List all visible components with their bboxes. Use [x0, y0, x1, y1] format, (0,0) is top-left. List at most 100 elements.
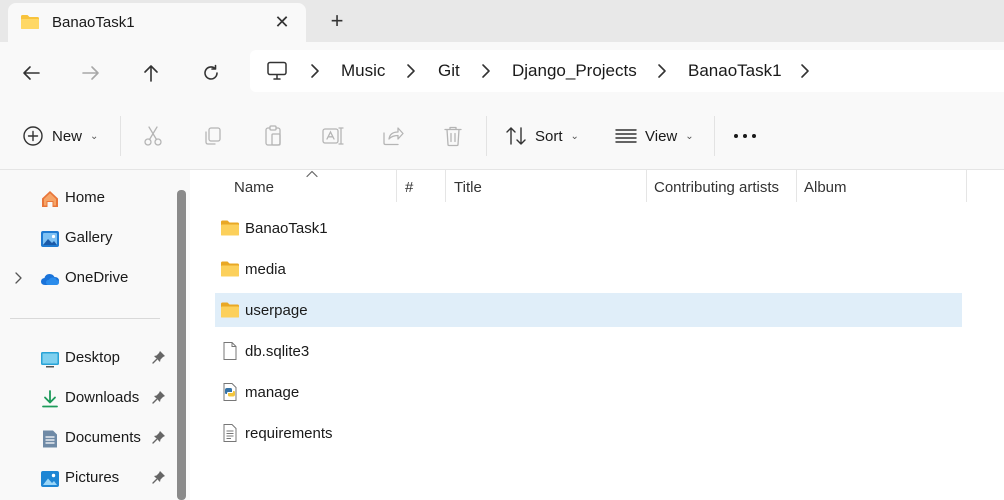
breadcrumb-git[interactable]: Git [438, 61, 460, 81]
refresh-button[interactable] [196, 58, 226, 88]
sidebar-item-label: OneDrive [65, 269, 129, 286]
column-label: Album [804, 179, 847, 196]
file-row[interactable]: db.sqlite3 [215, 334, 962, 368]
folder-icon [221, 220, 239, 236]
breadcrumb-django-projects[interactable]: Django_Projects [512, 61, 637, 81]
paste-button[interactable] [261, 124, 285, 148]
sort-label: Sort [535, 127, 563, 145]
column-header-number[interactable]: # [397, 170, 445, 202]
up-button[interactable] [136, 58, 166, 88]
pin-icon[interactable] [152, 430, 166, 444]
new-tab-button[interactable]: + [325, 8, 349, 34]
chevron-down-icon: ⌄ [685, 130, 694, 142]
sidebar-item-home[interactable]: Home [0, 183, 175, 213]
sidebar-item-label: Desktop [65, 349, 121, 366]
downloads-icon [42, 390, 58, 408]
sidebar-scrollbar[interactable] [177, 190, 186, 500]
cut-button[interactable] [141, 124, 165, 148]
toolbar-divider [714, 116, 715, 156]
more-options-button[interactable] [733, 124, 757, 148]
back-button[interactable] [16, 58, 46, 88]
column-divider[interactable] [966, 170, 967, 202]
sidebar-item-onedrive[interactable]: OneDrive [0, 263, 175, 293]
new-label: New [52, 127, 83, 145]
pictures-icon [41, 471, 59, 487]
folder-icon [21, 15, 39, 29]
column-label: Title [454, 179, 482, 196]
more-horizontal-icon [734, 134, 756, 138]
copy-button[interactable] [201, 124, 225, 148]
file-name: BanaoTask1 [245, 220, 328, 237]
sidebar-item-label: Downloads [65, 389, 140, 406]
column-label: # [405, 179, 414, 196]
tab-banaotask1[interactable]: BanaoTask1 ✕ [8, 3, 306, 42]
chevron-right-icon[interactable] [404, 63, 418, 79]
share-button[interactable] [381, 124, 405, 148]
column-header-album[interactable]: Album [797, 170, 966, 202]
share-icon [383, 127, 404, 146]
folder-icon [221, 302, 239, 318]
sidebar-divider [10, 318, 160, 319]
delete-button[interactable] [441, 124, 465, 148]
file-row[interactable]: media [215, 252, 962, 286]
column-header-title[interactable]: Title [446, 170, 646, 202]
clipboard-icon [265, 125, 281, 146]
desktop-icon [41, 352, 59, 368]
file-name: userpage [245, 302, 308, 319]
forward-arrow-icon [82, 66, 99, 80]
sort-button[interactable]: Sort ⌄ [505, 120, 579, 152]
close-tab-icon[interactable]: ✕ [272, 11, 292, 33]
sidebar-item-downloads[interactable]: Downloads [0, 383, 175, 413]
trash-icon [444, 126, 462, 147]
back-arrow-icon [23, 66, 40, 80]
navigation-bar: Music Git Django_Projects BanaoTask1 [0, 42, 1004, 102]
home-icon [42, 191, 58, 207]
onedrive-icon [41, 274, 59, 285]
file-row[interactable]: BanaoTask1 [215, 211, 962, 245]
scrollbar-thumb[interactable] [177, 190, 186, 500]
file-name: requirements [245, 425, 333, 442]
rename-button[interactable] [321, 124, 345, 148]
sidebar-item-desktop[interactable]: Desktop [0, 343, 175, 373]
tab-title: BanaoTask1 [52, 14, 135, 31]
chevron-right-icon[interactable] [308, 63, 322, 79]
sidebar-item-gallery[interactable]: Gallery [0, 223, 175, 253]
file-name: manage [245, 384, 300, 401]
chevron-right-icon[interactable] [479, 63, 493, 79]
forward-button[interactable] [76, 58, 106, 88]
new-button[interactable]: New ⌄ [22, 120, 98, 152]
chevron-down-icon: ⌄ [570, 130, 579, 142]
sidebar-item-label: Documents [65, 429, 141, 446]
navigation-pane: Home Gallery OneDrive Desktop Downloads … [0, 170, 190, 500]
plus-circle-icon [23, 126, 43, 146]
file-row-selected[interactable]: userpage [215, 293, 962, 327]
pin-icon[interactable] [152, 390, 166, 404]
gallery-icon [41, 231, 59, 247]
this-pc-icon [267, 61, 287, 80]
sidebar-item-label: Gallery [65, 229, 113, 246]
copy-icon [205, 127, 221, 145]
file-row[interactable]: manage [215, 375, 962, 409]
breadcrumb-music[interactable]: Music [341, 61, 385, 81]
breadcrumb-banaotask1[interactable]: BanaoTask1 [688, 61, 782, 81]
blank-file-icon [223, 342, 237, 360]
file-row[interactable]: requirements [215, 416, 962, 450]
column-header-name[interactable]: Name [220, 170, 396, 202]
rename-icon [322, 127, 344, 145]
command-bar: New ⌄ Sort ⌄ View ⌄ [0, 102, 1004, 170]
sidebar-item-documents[interactable]: Documents [0, 423, 175, 453]
view-button[interactable]: View ⌄ [615, 120, 694, 152]
chevron-right-icon[interactable] [798, 63, 812, 79]
column-header-contributing-artists[interactable]: Contributing artists [647, 170, 796, 202]
column-label: Name [234, 179, 275, 196]
tab-bar: BanaoTask1 ✕ + [0, 0, 1004, 42]
toolbar-divider [486, 116, 487, 156]
file-name: db.sqlite3 [245, 343, 310, 360]
sidebar-item-label: Pictures [65, 469, 120, 486]
chevron-right-icon[interactable] [13, 271, 25, 285]
sidebar-item-pictures[interactable]: Pictures [0, 463, 175, 493]
pin-icon[interactable] [152, 350, 166, 364]
chevron-right-icon[interactable] [655, 63, 669, 79]
address-bar[interactable]: Music Git Django_Projects BanaoTask1 [250, 50, 1004, 92]
pin-icon[interactable] [152, 470, 166, 484]
